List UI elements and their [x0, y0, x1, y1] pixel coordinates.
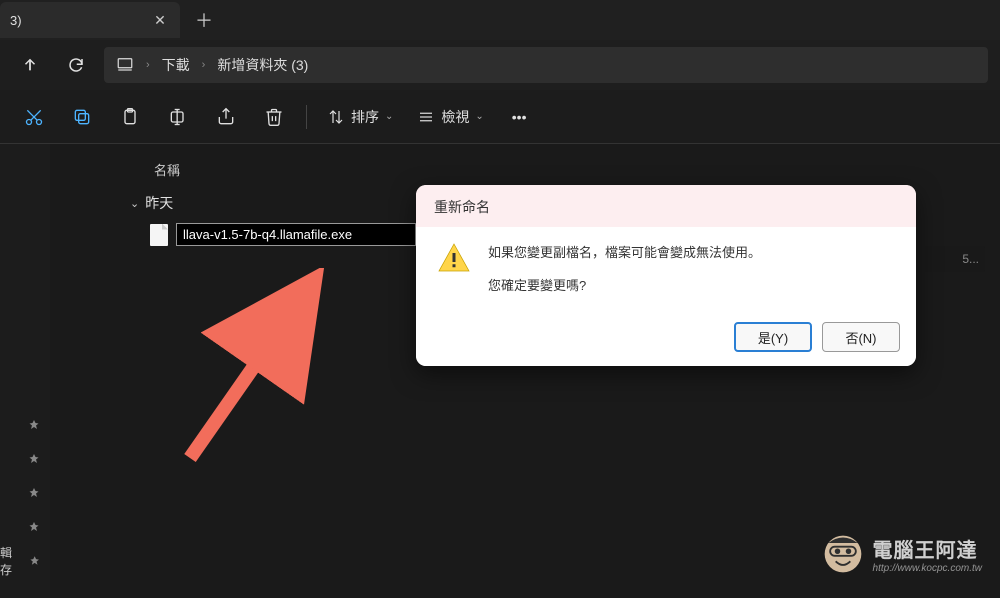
sidebar-pin-labeled[interactable]: 輯存 — [0, 544, 50, 578]
tab-title: 3) — [10, 13, 22, 28]
new-tab-button[interactable]: ＋ — [186, 2, 222, 38]
address-bar[interactable]: › 下載 › 新增資料夾 (3) — [104, 47, 988, 83]
window-tab[interactable]: 3) ✕ — [0, 2, 180, 38]
breadcrumb-item[interactable]: 新增資料夾 (3) — [217, 55, 308, 75]
dialog-message-1: 如果您變更副檔名，檔案可能會變成無法使用。 — [488, 241, 761, 266]
dialog-title: 重新命名 — [416, 185, 916, 227]
sort-button[interactable]: 排序 ⌄ — [317, 97, 403, 137]
view-label: 檢視 — [441, 107, 469, 127]
dialog-no-button[interactable]: 否(N) — [822, 322, 900, 352]
rename-button[interactable] — [156, 97, 200, 137]
column-header-name[interactable]: 名稱 — [70, 154, 980, 189]
view-button[interactable]: 檢視 ⌄ — [407, 97, 493, 137]
filename-input[interactable] — [176, 223, 416, 246]
back-button[interactable] — [12, 47, 48, 83]
more-button[interactable]: ••• — [498, 97, 541, 137]
close-icon[interactable]: ✕ — [150, 10, 170, 30]
group-label: 昨天 — [145, 193, 173, 213]
sidebar: 輯存 — [0, 144, 50, 598]
paste-button[interactable] — [108, 97, 152, 137]
dots-icon: ••• — [512, 109, 527, 125]
truncated-cell: 5... — [925, 246, 985, 272]
watermark-title: 電腦王阿達 — [873, 534, 982, 563]
sidebar-pin[interactable] — [0, 476, 50, 510]
chevron-down-icon: ⌄ — [385, 111, 393, 122]
rename-dialog: 重新命名 如果您變更副檔名，檔案可能會變成無法使用。 您確定要變更嗎? 是(Y)… — [416, 185, 916, 366]
sidebar-pin[interactable] — [0, 510, 50, 544]
copy-button[interactable] — [60, 97, 104, 137]
dialog-yes-button[interactable]: 是(Y) — [734, 322, 812, 352]
file-icon — [150, 224, 168, 246]
share-button[interactable] — [204, 97, 248, 137]
pc-icon — [116, 55, 134, 76]
sort-label: 排序 — [351, 107, 379, 127]
chevron-right-icon: › — [202, 59, 206, 71]
cut-button[interactable] — [12, 97, 56, 137]
dialog-message-2: 您確定要變更嗎? — [488, 274, 761, 299]
toolbar-divider — [306, 105, 307, 129]
chevron-down-icon: ⌄ — [130, 197, 139, 210]
watermark-url: http://www.kocpc.com.tw — [873, 563, 982, 574]
watermark-logo-icon — [821, 532, 865, 576]
delete-button[interactable] — [252, 97, 296, 137]
chevron-right-icon: › — [146, 59, 150, 71]
warning-icon — [436, 241, 472, 277]
sidebar-pin[interactable] — [0, 408, 50, 442]
watermark: 電腦王阿達 http://www.kocpc.com.tw — [821, 532, 982, 576]
breadcrumb-item[interactable]: 下載 — [162, 55, 190, 75]
refresh-button[interactable] — [58, 47, 94, 83]
chevron-down-icon: ⌄ — [475, 111, 483, 122]
sidebar-pin[interactable] — [0, 442, 50, 476]
